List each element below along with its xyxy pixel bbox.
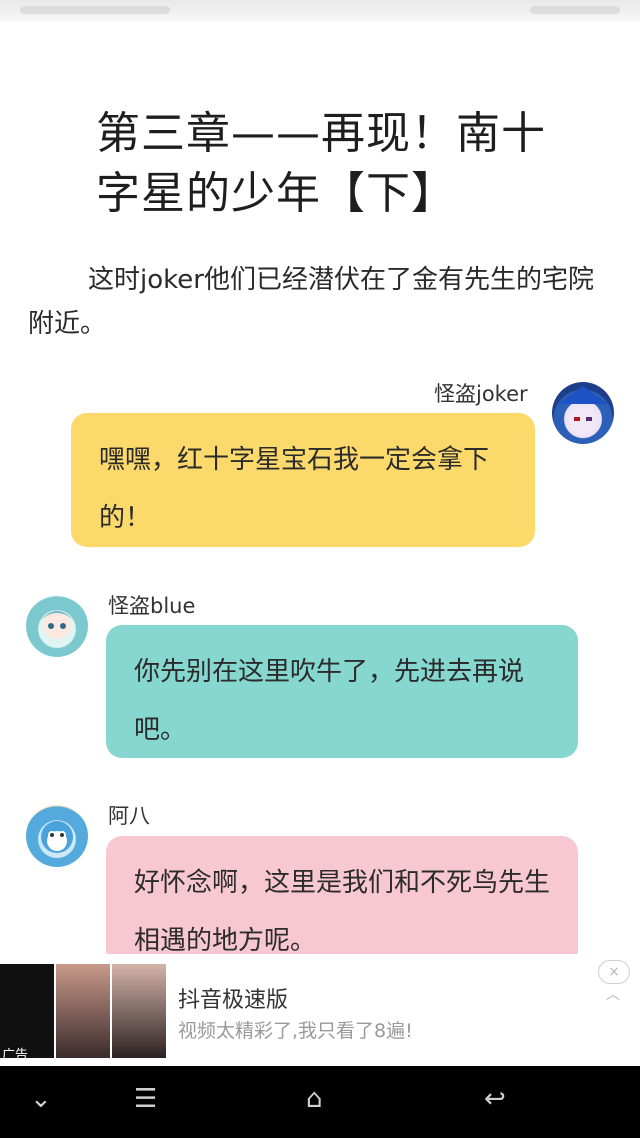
chat-bubble-joker: 嘿嘿，红十字星宝石我一定会拿下的！: [71, 413, 535, 547]
menu-icon[interactable]: ☰: [134, 1084, 157, 1114]
ad-title[interactable]: 抖音极速版: [178, 982, 288, 1014]
ad-thumbnail-3: [112, 964, 166, 1058]
avatar-aba[interactable]: [26, 805, 88, 867]
chapter-title: 第三章——再现！南十字星的少年【下】: [96, 108, 546, 219]
chat-bubble-aba: 好怀念啊，这里是我们和不死鸟先生相遇的地方呢。: [106, 836, 578, 966]
ad-banner[interactable]: 广告 抖音极速版 视频太精彩了,我只看了8遍! × ︿: [0, 954, 640, 1066]
chevron-up-icon[interactable]: ︿: [606, 984, 620, 1004]
home-icon[interactable]: ⌂: [306, 1084, 323, 1114]
ad-subtitle: 视频太精彩了,我只看了8遍!: [178, 1020, 413, 1042]
aba-avatar-icon: [41, 821, 73, 853]
avatar-blue[interactable]: [26, 595, 88, 657]
ad-thumbnail-2: [56, 964, 110, 1058]
close-icon[interactable]: ×: [598, 960, 630, 984]
chat-bubble-blue: 你先别在这里吹牛了，先进去再说吧。: [106, 625, 578, 758]
status-right: [530, 6, 620, 14]
ad-tag: 广告: [2, 1048, 29, 1063]
status-left: [20, 6, 170, 14]
system-nav-bar: ⌄ ☰ ⌂ ↩: [0, 1066, 640, 1138]
narration-text: 这时joker他们已经潜伏在了金有先生的宅院附近。: [28, 265, 594, 339]
speaker-name-aba: 阿八: [108, 804, 150, 828]
back-icon[interactable]: ↩: [484, 1084, 506, 1114]
joker-avatar-icon: [558, 386, 608, 434]
avatar-joker[interactable]: [552, 382, 614, 444]
speaker-name-joker: 怪盗joker: [434, 382, 528, 406]
blue-avatar-icon: [40, 611, 74, 639]
status-bar: [0, 0, 640, 22]
speaker-name-blue: 怪盗blue: [108, 594, 196, 618]
chevron-down-icon[interactable]: ⌄: [30, 1084, 52, 1114]
